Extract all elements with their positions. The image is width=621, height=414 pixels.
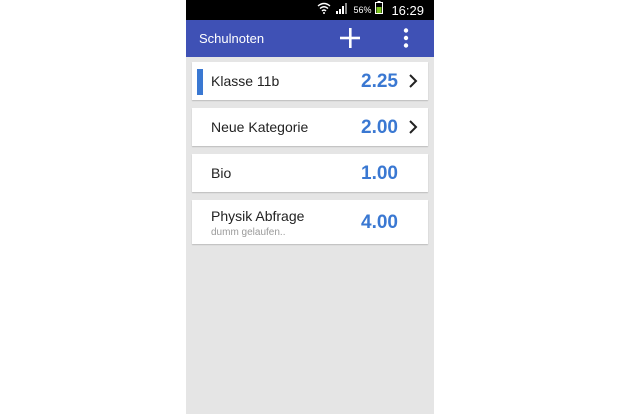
list-item-physik-abfrage[interactable]: Physik Abfrage dumm gelaufen.. 4.00 [192,200,428,244]
item-grade: 2.25 [361,71,398,92]
item-grade: 1.00 [361,163,398,184]
overflow-menu-icon [403,28,409,48]
overflow-menu-button[interactable] [396,24,416,52]
selected-indicator [197,69,203,95]
battery-icon [375,1,384,19]
clock: 16:29 [391,2,424,18]
item-name: Neue Kategorie [211,119,309,135]
add-button[interactable] [336,24,364,52]
list-item-neue-kategorie[interactable]: Neue Kategorie 2.00 [192,108,428,146]
item-name: Physik Abfrage [211,208,305,224]
list-item-bio[interactable]: Bio 1.00 [192,154,428,192]
app-title: Schulnoten [199,31,265,46]
action-bar: Schulnoten [186,20,434,57]
item-subtitle: dumm gelaufen.. [211,227,286,238]
status-icons: 56% 16:29 [317,0,424,20]
status-bar: 56% 16:29 [186,0,434,20]
category-list: Klasse 11b 2.25 Neue Kategorie 2.00 Bio … [192,62,428,252]
item-grade: 2.00 [361,117,398,138]
item-name: Klasse 11b [211,73,280,89]
item-name: Bio [211,165,232,181]
battery-percent: 56% [353,5,372,15]
wifi-icon [317,1,331,19]
plus-icon [340,28,360,48]
chevron-right-icon [409,74,418,88]
signal-icon [335,1,349,19]
item-grade: 4.00 [361,212,398,233]
phone-screen: 56% 16:29 Schulnoten Klasse 11b 2.25 Neu… [186,0,434,414]
list-item-klasse-11b[interactable]: Klasse 11b 2.25 [192,62,428,100]
chevron-right-icon [409,120,418,134]
